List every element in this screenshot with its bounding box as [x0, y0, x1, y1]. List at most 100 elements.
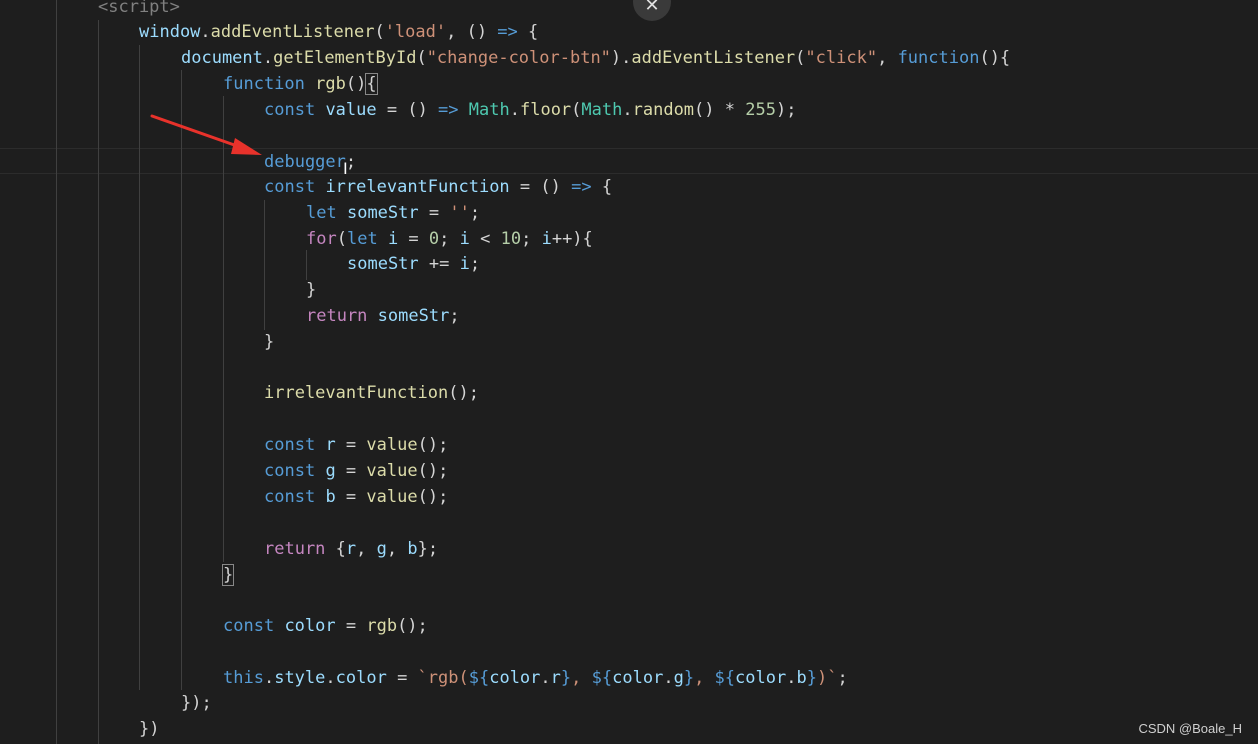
code-token: . — [200, 22, 211, 42]
code-line[interactable]: for(let i = 0; i < 10; i++){ — [0, 226, 1258, 252]
code-line[interactable]: }); — [0, 690, 1258, 716]
code-token: () — [345, 74, 367, 94]
code-line[interactable]: const b = value(); — [0, 484, 1258, 510]
code-token: ; — [469, 254, 481, 274]
code-token: style — [274, 668, 326, 688]
code-token: value — [366, 487, 418, 507]
code-token: const — [264, 435, 316, 455]
code-line[interactable]: const value = () => Math.floor(Math.rand… — [0, 97, 1258, 123]
code-token: , — [386, 539, 408, 559]
code-editor[interactable]: <script> window.addEventListener('load',… — [0, 0, 1258, 744]
code-token: (); — [397, 616, 428, 636]
code-token: ; — [521, 229, 542, 249]
code-line[interactable]: someStr += i; — [0, 251, 1258, 277]
code-line[interactable]: const color = rgb(); — [0, 613, 1258, 639]
code-token: ${ — [591, 668, 613, 688]
code-token: (); — [417, 435, 449, 455]
code-token: addEventListener — [631, 48, 796, 68]
code-token: debugger — [264, 152, 346, 172]
code-line[interactable]: window.addEventListener('load', () => { — [0, 19, 1258, 45]
watermark: CSDN @Boale_H — [1138, 721, 1242, 736]
code-token: ; — [439, 229, 460, 249]
code-token: return — [306, 306, 368, 326]
code-token: ). — [610, 48, 632, 68]
code-token: rgb — [315, 74, 346, 94]
code-token: 255 — [745, 100, 776, 120]
code-token: = () — [376, 100, 439, 120]
code-token: ( — [571, 100, 582, 120]
indent-guide — [139, 45, 140, 690]
code-token: = — [335, 435, 367, 455]
code-line[interactable]: const irrelevantFunction = () => { — [0, 174, 1258, 200]
code-token: , — [694, 668, 715, 688]
code-token: ( — [795, 48, 806, 68]
code-token: ++){ — [551, 229, 593, 249]
code-token: const — [264, 461, 316, 481]
code-line[interactable]: function rgb(){ — [0, 71, 1258, 97]
code-line[interactable]: }) — [0, 716, 1258, 742]
code-token: . — [262, 48, 274, 68]
code-token: function — [897, 48, 980, 68]
code-token: } — [683, 668, 695, 688]
code-line[interactable]: const r = value(); — [0, 432, 1258, 458]
code-token: (); — [417, 461, 449, 481]
code-line[interactable]: <script> — [0, 0, 1258, 20]
code-token: . — [540, 668, 551, 688]
code-token: ${ — [468, 668, 490, 688]
code-token: . — [786, 668, 797, 688]
code-line[interactable]: return {r, g, b}; — [0, 536, 1258, 562]
code-token: document — [181, 48, 263, 68]
code-token: window — [139, 22, 201, 42]
code-token: let — [306, 203, 337, 223]
code-token: 'load' — [384, 22, 447, 42]
code-line[interactable]: } — [0, 329, 1258, 355]
code-token: () * — [694, 100, 746, 120]
code-token: value — [366, 435, 418, 455]
code-token: const — [264, 487, 316, 507]
code-line[interactable]: this.style.color = `rgb(${color.r}, ${co… — [0, 665, 1258, 691]
code-token: ); — [775, 100, 797, 120]
code-line[interactable]: debugger; — [0, 149, 1258, 175]
code-line[interactable]: return someStr; — [0, 303, 1258, 329]
code-token: getElementById — [273, 48, 417, 68]
code-token: = — [335, 487, 367, 507]
code-token: i — [387, 229, 399, 249]
matched-bracket: { — [365, 73, 378, 95]
code-token: }; — [417, 539, 439, 559]
code-token: = — [398, 229, 429, 249]
code-token: value — [325, 100, 377, 120]
code-token: . — [663, 668, 674, 688]
code-token: => — [571, 177, 592, 197]
code-token: Math — [581, 100, 623, 120]
code-line[interactable]: document.getElementById("change-color-bt… — [0, 45, 1258, 71]
code-token: '' — [449, 203, 470, 223]
code-token: color — [612, 668, 664, 688]
code-token: floor — [519, 100, 572, 120]
code-token: b — [796, 668, 807, 688]
code-token: i — [459, 229, 470, 249]
code-token: g — [673, 668, 684, 688]
code-token: . — [325, 668, 336, 688]
code-line[interactable]: } — [0, 277, 1258, 303]
code-token: i — [459, 254, 470, 274]
code-token: "click" — [805, 48, 878, 68]
code-token: (); — [448, 383, 479, 403]
code-line[interactable]: let someStr = ''; — [0, 200, 1258, 226]
code-token: rgb — [366, 616, 398, 636]
code-token: Math — [468, 100, 510, 120]
code-token: = — [335, 461, 367, 481]
code-token: (); — [417, 487, 449, 507]
code-token: color — [335, 668, 387, 688]
code-line[interactable]: irrelevantFunction(); — [0, 380, 1258, 406]
code-token: } — [264, 332, 275, 352]
code-token: } — [806, 668, 817, 688]
code-token: , — [356, 539, 377, 559]
code-line[interactable]: const g = value(); — [0, 458, 1258, 484]
code-token: <script> — [98, 0, 180, 17]
code-line[interactable]: } — [0, 562, 1258, 588]
